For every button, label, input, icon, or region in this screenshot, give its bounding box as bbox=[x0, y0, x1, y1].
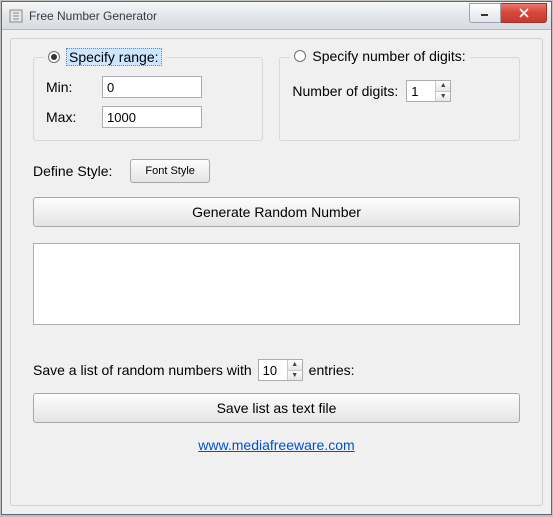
app-icon bbox=[8, 8, 24, 24]
entries-spinner[interactable]: ▲ ▼ bbox=[258, 359, 303, 381]
digits-spinner[interactable]: ▲ ▼ bbox=[406, 80, 451, 102]
mode-row: Specify range: Min: Max: Specify number bbox=[33, 57, 520, 141]
window-controls bbox=[469, 3, 547, 23]
range-radio-option[interactable]: Specify range: bbox=[44, 48, 166, 66]
save-suffix: entries: bbox=[309, 362, 355, 378]
minimize-button[interactable] bbox=[469, 3, 501, 23]
digits-label: Number of digits: bbox=[292, 83, 398, 99]
save-config-row: Save a list of random numbers with ▲ ▼ e… bbox=[33, 359, 520, 381]
max-label: Max: bbox=[46, 109, 94, 125]
max-input[interactable] bbox=[102, 106, 202, 128]
digits-spin-up[interactable]: ▲ bbox=[436, 81, 450, 91]
footer-row: www.mediafreeware.com bbox=[33, 437, 520, 453]
digits-radio-option[interactable]: Specify number of digits: bbox=[290, 48, 469, 64]
save-prefix: Save a list of random numbers with bbox=[33, 362, 252, 378]
website-link[interactable]: www.mediafreeware.com bbox=[198, 437, 354, 453]
digits-value[interactable] bbox=[407, 81, 435, 101]
digits-spin-down[interactable]: ▼ bbox=[436, 91, 450, 102]
range-group: Specify range: Min: Max: bbox=[33, 57, 263, 141]
app-window: Free Number Generator Specify range: Min… bbox=[1, 1, 552, 515]
generate-button[interactable]: Generate Random Number bbox=[33, 197, 520, 227]
radio-digits-icon bbox=[294, 50, 306, 62]
output-area[interactable] bbox=[33, 243, 520, 325]
style-label: Define Style: bbox=[33, 163, 112, 179]
close-button[interactable] bbox=[501, 3, 547, 23]
window-title: Free Number Generator bbox=[29, 9, 469, 23]
font-style-button[interactable]: Font Style bbox=[130, 159, 210, 183]
save-button-row: Save list as text file bbox=[33, 393, 520, 423]
generate-row: Generate Random Number bbox=[33, 197, 520, 227]
save-list-button[interactable]: Save list as text file bbox=[33, 393, 520, 423]
digits-group: Specify number of digits: Number of digi… bbox=[279, 57, 520, 141]
titlebar: Free Number Generator bbox=[2, 2, 551, 30]
client-area: Specify range: Min: Max: Specify number bbox=[2, 30, 551, 514]
entries-spin-up[interactable]: ▲ bbox=[288, 360, 302, 370]
style-row: Define Style: Font Style bbox=[33, 159, 520, 183]
main-panel: Specify range: Min: Max: Specify number bbox=[10, 38, 543, 506]
entries-value[interactable] bbox=[259, 360, 287, 380]
min-label: Min: bbox=[46, 79, 94, 95]
entries-spin-down[interactable]: ▼ bbox=[288, 370, 302, 381]
digits-radio-label: Specify number of digits: bbox=[312, 48, 465, 64]
radio-range-icon bbox=[48, 51, 60, 63]
range-radio-label: Specify range: bbox=[66, 48, 162, 66]
min-input[interactable] bbox=[102, 76, 202, 98]
